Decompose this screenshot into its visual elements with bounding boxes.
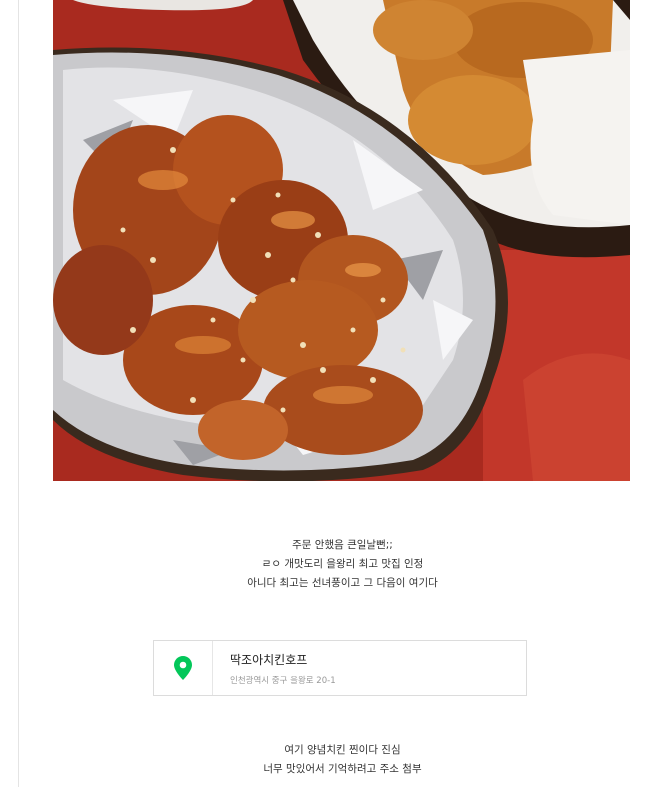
place-info: 딱조아치킨호프 인천광역시 중구 을왕로 20-1 — [213, 651, 336, 686]
blog-post-body: 주문 안했음 큰일날뻔;; ㄹㅇ 개맛도리 을왕리 최고 맛집 인정 아니다 최… — [18, 0, 665, 787]
caption-line: 아니다 최고는 선녀풍이고 그 다음이 여기다 — [247, 577, 438, 589]
map-pin-icon — [174, 656, 192, 680]
caption-line: ㄹㅇ 개맛도리 을왕리 최고 맛집 인정 — [261, 558, 424, 570]
caption-line: 주문 안했음 큰일날뻔;; — [292, 539, 393, 551]
post-caption-second: 여기 양념치킨 찐이다 진심 너무 맛있어서 기억하려고 주소 첨부 — [19, 741, 665, 779]
place-icon-cell — [154, 641, 213, 695]
place-name[interactable]: 딱조아치킨호프 — [230, 651, 336, 668]
place-address: 인천광역시 중구 을왕로 20-1 — [230, 675, 336, 686]
caption-line: 너무 맛있어서 기억하려고 주소 첨부 — [263, 763, 422, 775]
post-caption-first: 주문 안했음 큰일날뻔;; ㄹㅇ 개맛도리 을왕리 최고 맛집 인정 아니다 최… — [19, 536, 665, 593]
caption-line: 여기 양념치킨 찐이다 진심 — [284, 744, 401, 756]
food-photo-chicken — [53, 0, 630, 481]
place-map-card[interactable]: 딱조아치킨호프 인천광역시 중구 을왕로 20-1 — [153, 640, 527, 696]
post-photo[interactable] — [53, 0, 630, 481]
